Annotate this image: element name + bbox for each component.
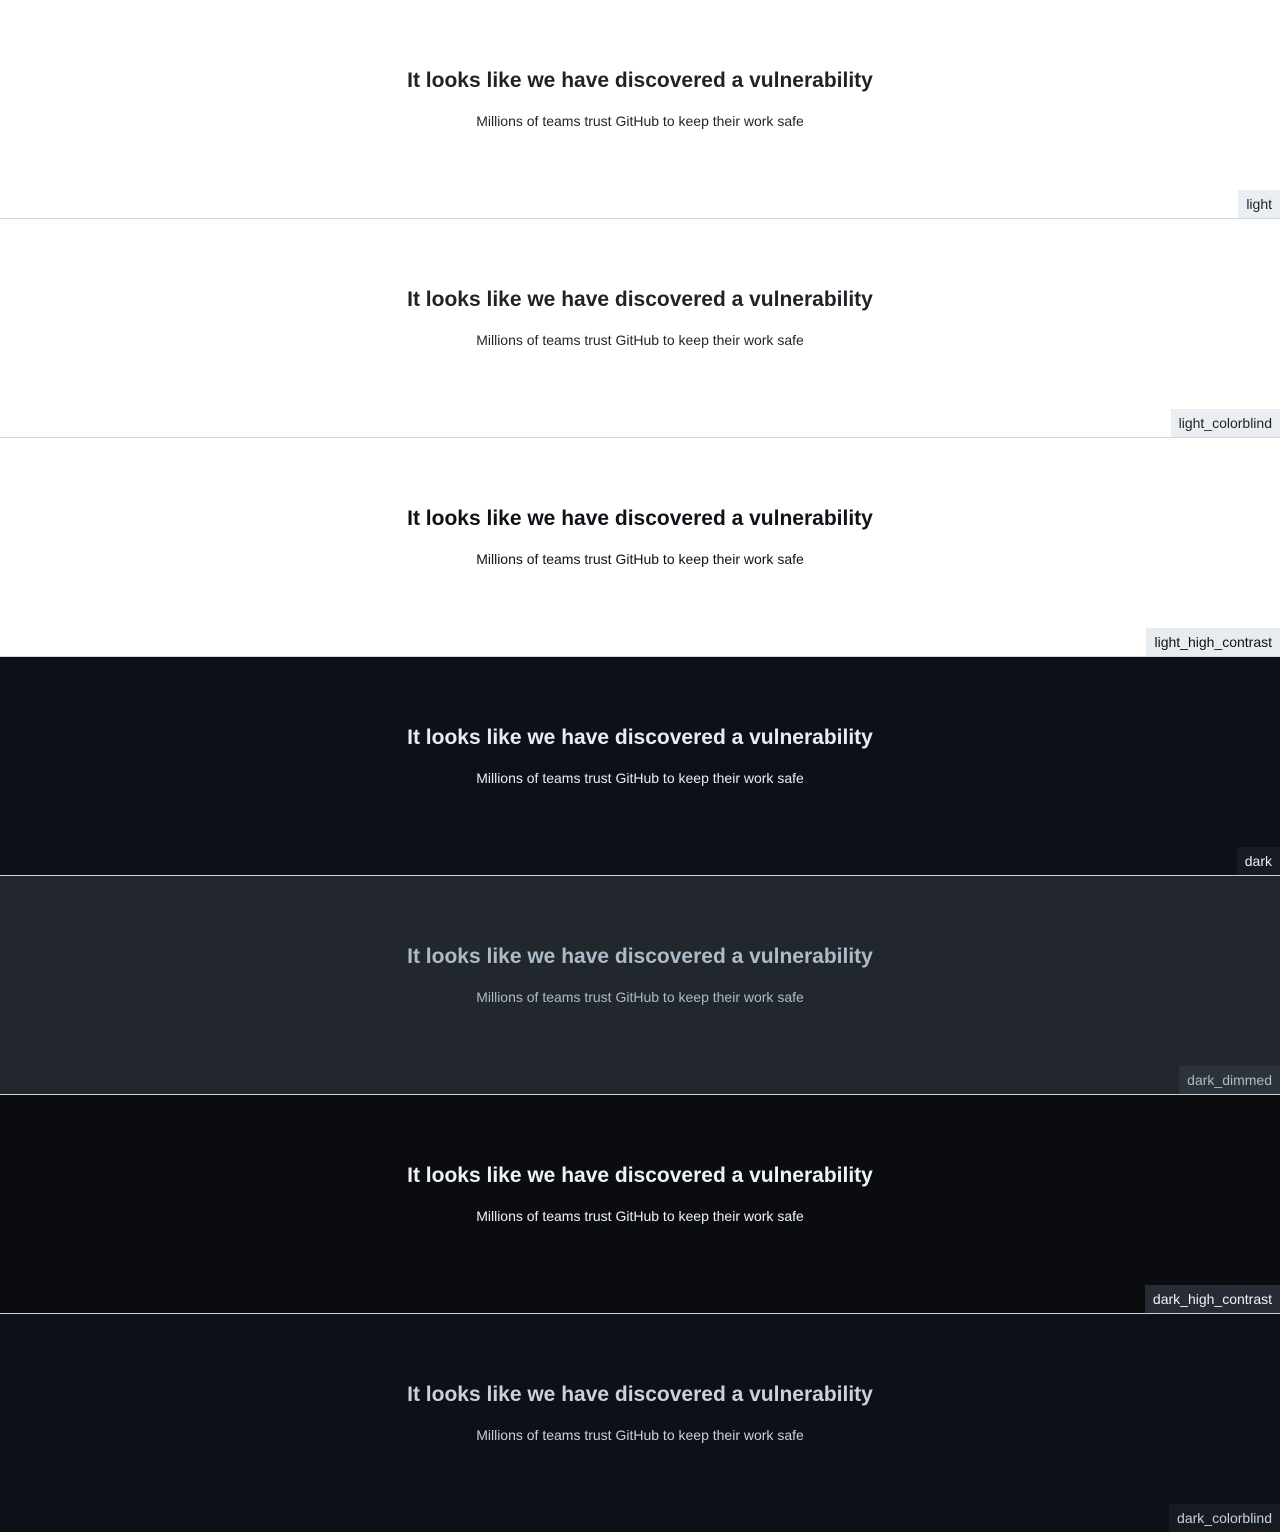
vulnerability-heading: It looks like we have discovered a vulne… bbox=[407, 945, 873, 968]
vulnerability-heading: It looks like we have discovered a vulne… bbox=[407, 288, 873, 311]
theme-name-label: light bbox=[1238, 190, 1280, 218]
theme-name-label: dark_high_contrast bbox=[1144, 1285, 1280, 1313]
theme-panels: It looks like we have discovered a vulne… bbox=[0, 0, 1280, 1532]
vulnerability-heading: It looks like we have discovered a vulne… bbox=[407, 1164, 873, 1187]
trust-subtext: Millions of teams trust GitHub to keep t… bbox=[476, 332, 804, 348]
theme-panel-dark: It looks like we have discovered a vulne… bbox=[0, 657, 1280, 876]
theme-panel-light-colorblind: It looks like we have discovered a vulne… bbox=[0, 219, 1280, 438]
theme-name-label: dark_colorblind bbox=[1169, 1504, 1280, 1532]
theme-panel-dark-colorblind: It looks like we have discovered a vulne… bbox=[0, 1314, 1280, 1532]
vulnerability-heading: It looks like we have discovered a vulne… bbox=[407, 726, 873, 749]
theme-panel-dark-dimmed: It looks like we have discovered a vulne… bbox=[0, 876, 1280, 1095]
vulnerability-heading: It looks like we have discovered a vulne… bbox=[407, 69, 873, 92]
trust-subtext: Millions of teams trust GitHub to keep t… bbox=[476, 1208, 804, 1224]
theme-panel-dark-high-contrast: It looks like we have discovered a vulne… bbox=[0, 1095, 1280, 1314]
trust-subtext: Millions of teams trust GitHub to keep t… bbox=[476, 1427, 804, 1443]
trust-subtext: Millions of teams trust GitHub to keep t… bbox=[476, 113, 804, 129]
trust-subtext: Millions of teams trust GitHub to keep t… bbox=[476, 770, 804, 786]
theme-panel-light: It looks like we have discovered a vulne… bbox=[0, 0, 1280, 219]
trust-subtext: Millions of teams trust GitHub to keep t… bbox=[476, 551, 804, 567]
theme-name-label: light_high_contrast bbox=[1146, 628, 1280, 656]
vulnerability-heading: It looks like we have discovered a vulne… bbox=[407, 1383, 873, 1406]
vulnerability-heading: It looks like we have discovered a vulne… bbox=[407, 507, 873, 530]
theme-name-label: light_colorblind bbox=[1170, 409, 1280, 437]
theme-name-label: dark_dimmed bbox=[1179, 1066, 1280, 1094]
theme-name-label: dark bbox=[1236, 847, 1280, 875]
theme-panel-light-high-contrast: It looks like we have discovered a vulne… bbox=[0, 438, 1280, 657]
trust-subtext: Millions of teams trust GitHub to keep t… bbox=[476, 989, 804, 1005]
